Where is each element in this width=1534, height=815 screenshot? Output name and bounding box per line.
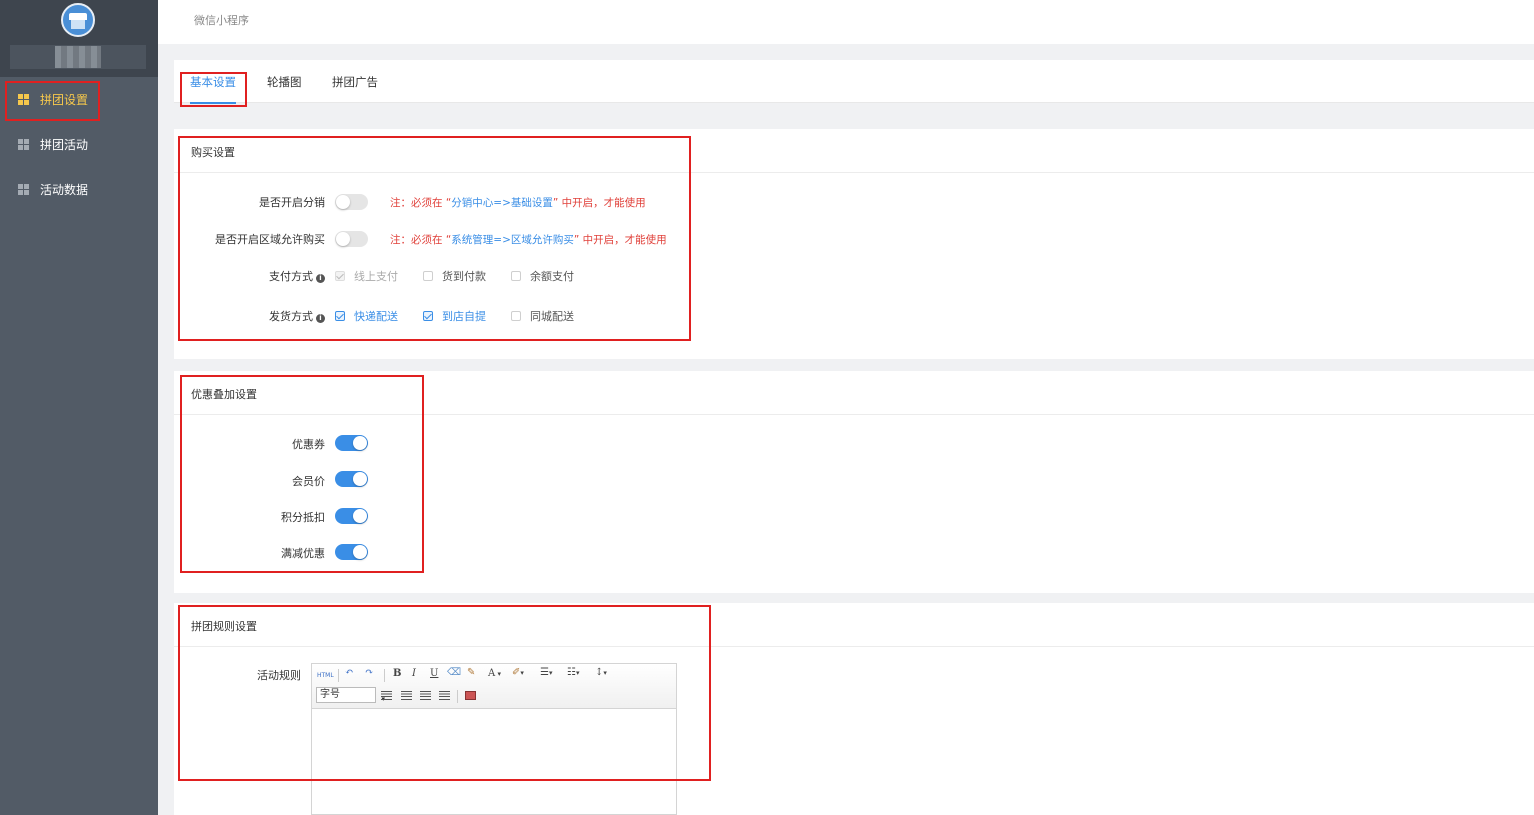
annotation-box [180, 375, 424, 573]
store-logo [61, 3, 95, 37]
sidebar: 拼团设置 拼团活动 活动数据 [0, 0, 158, 815]
annotation-box [178, 605, 711, 781]
grid-icon [18, 138, 29, 150]
annotation-box [180, 72, 247, 107]
sidebar-item-label: 拼团活动 [40, 137, 89, 152]
annotation-box [5, 81, 100, 121]
tab-group-buy-ads[interactable]: 拼团广告 [332, 74, 378, 102]
annotation-box [178, 136, 691, 341]
sidebar-header [0, 0, 158, 77]
sidebar-item-label: 活动数据 [40, 182, 89, 197]
sidebar-item-group-buy-activities[interactable]: 拼团活动 [0, 124, 158, 164]
sidebar-item-activity-data[interactable]: 活动数据 [0, 169, 158, 209]
breadcrumb[interactable]: 微信小程序 [194, 12, 249, 28]
blurred-username [55, 46, 101, 68]
grid-icon [18, 183, 29, 195]
tab-carousel[interactable]: 轮播图 [267, 74, 302, 102]
tab-bar: 基本设置 轮播图 拼团广告 [174, 60, 1534, 104]
top-header: 微信小程序 [158, 0, 1534, 44]
